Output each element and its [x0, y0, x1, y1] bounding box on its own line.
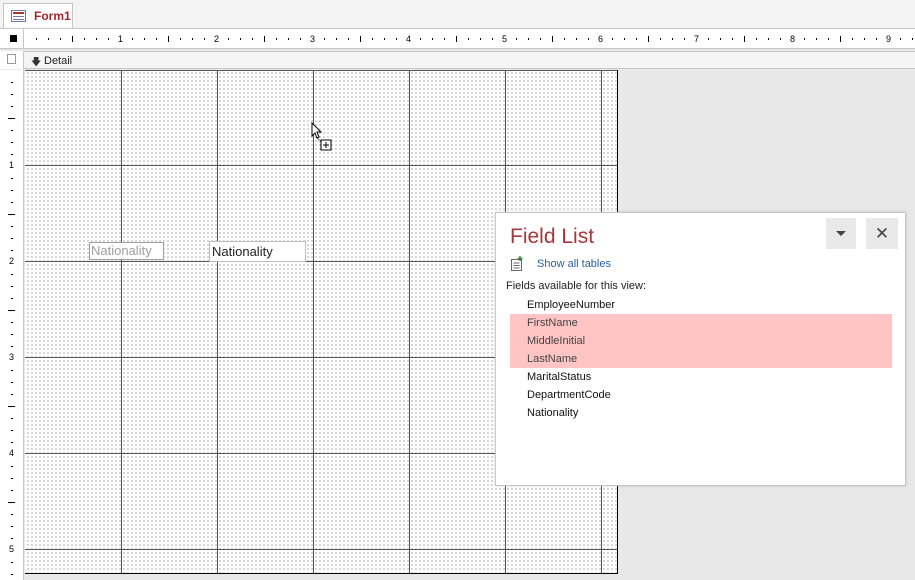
field-item-firstname[interactable]: FirstName [510, 314, 892, 332]
close-icon: ✕ [874, 224, 890, 243]
grid-line [25, 165, 617, 166]
nationality-textbox-control[interactable]: Nationality [209, 241, 306, 262]
v-ruler-number: 1 [9, 160, 15, 170]
drag-add-cursor-icon [311, 122, 332, 151]
grid-line [25, 70, 617, 71]
h-ruler-number: 7 [694, 34, 700, 44]
h-ruler-number: 9 [886, 34, 892, 44]
nationality-label-control[interactable]: Nationality [89, 242, 164, 260]
grid-line [25, 549, 617, 550]
v-ruler-number: 3 [9, 352, 15, 362]
h-ruler-number: 6 [598, 34, 604, 44]
h-ruler-number: 8 [790, 34, 796, 44]
form1-tab-label: Form1 [34, 9, 71, 23]
section-selector[interactable] [0, 51, 24, 69]
field-item-departmentcode[interactable]: DepartmentCode [510, 386, 892, 404]
form1-tab[interactable]: Form1 [3, 3, 73, 28]
h-ruler-number: 2 [214, 34, 220, 44]
document-tab-strip: Form1 [0, 0, 915, 29]
ruler-corner-selector[interactable] [0, 29, 24, 49]
pane-options-button[interactable] [826, 218, 856, 249]
field-item-middleinitial[interactable]: MiddleInitial [510, 332, 892, 350]
h-ruler-number: 1 [118, 34, 124, 44]
close-pane-button[interactable]: ✕ [866, 218, 898, 249]
field-item-lastname[interactable]: LastName [510, 350, 892, 368]
field-list-title: Field List [510, 225, 595, 248]
field-item-maritalstatus[interactable]: MaritalStatus [510, 368, 892, 386]
h-ruler-number: 5 [502, 34, 508, 44]
chevron-down-icon [836, 231, 846, 236]
h-ruler-number: 4 [406, 34, 412, 44]
section-selector-box [7, 54, 16, 64]
field-item-nationality[interactable]: Nationality [510, 404, 892, 422]
field-list-items: EmployeeNumber FirstName MiddleInitial L… [510, 296, 892, 422]
form-icon [11, 10, 26, 22]
vertical-ruler-ticks [8, 82, 15, 575]
horizontal-ruler[interactable]: 1 2 3 4 5 6 7 8 9 [24, 29, 915, 49]
grid-line [217, 70, 218, 573]
show-all-tables-icon [511, 256, 523, 271]
fields-available-caption: Fields available for this view: [506, 280, 647, 292]
detail-section-bar[interactable]: 🡇 Detail [24, 51, 915, 69]
vertical-ruler[interactable]: 1 2 3 4 5 [0, 70, 24, 580]
grid-line [409, 70, 410, 573]
grid-line [121, 70, 122, 573]
detail-section-label: Detail [44, 55, 73, 67]
v-ruler-number: 4 [9, 448, 15, 458]
field-list-pane[interactable]: Field List ✕ Show all tables Fields avai… [495, 212, 906, 486]
v-ruler-number: 5 [9, 544, 15, 554]
horizontal-ruler-ticks [36, 36, 913, 42]
form-selector-icon [10, 35, 17, 42]
show-all-tables-link[interactable]: Show all tables [537, 258, 611, 270]
h-ruler-number: 3 [310, 34, 316, 44]
v-ruler-number: 2 [9, 256, 15, 266]
field-item-employeenumber[interactable]: EmployeeNumber [510, 296, 892, 314]
